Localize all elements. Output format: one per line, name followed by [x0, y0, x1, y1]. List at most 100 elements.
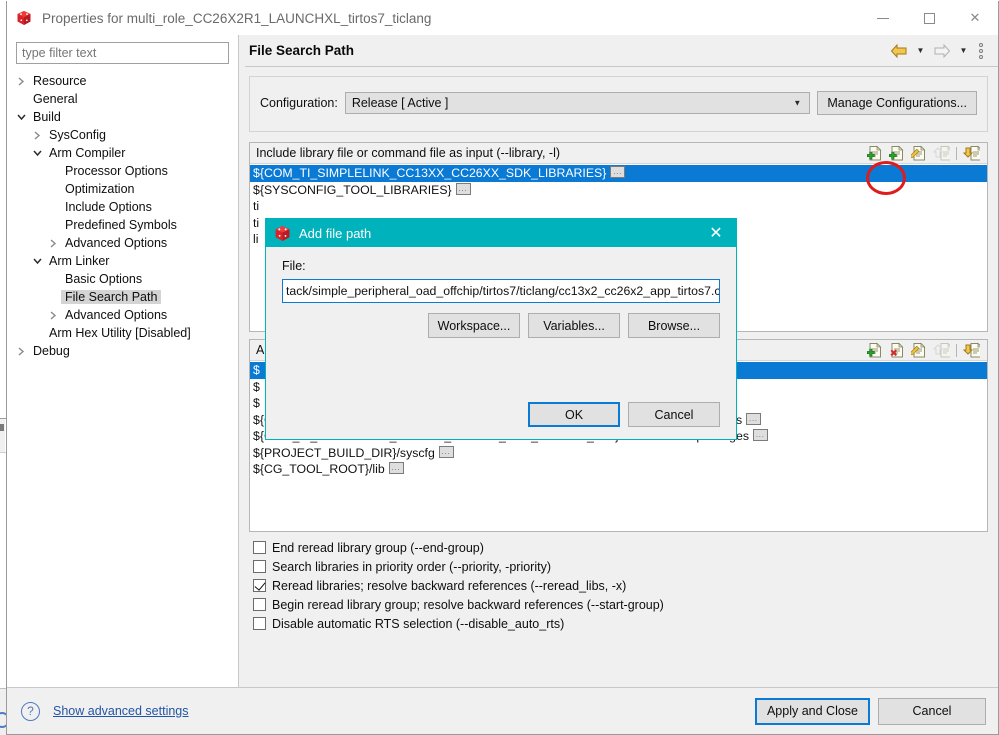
- close-window-icon[interactable]: ✕: [952, 1, 998, 35]
- variable-expand-icon[interactable]: ...: [456, 183, 471, 195]
- sidebar-item-file-search-path[interactable]: File Search Path: [7, 288, 238, 306]
- forward-history-dropdown-icon[interactable]: ▼: [957, 42, 970, 60]
- variables-button[interactable]: Variables...: [528, 313, 620, 338]
- library-list-toolbar: [866, 145, 985, 162]
- variable-expand-icon[interactable]: ...: [439, 446, 454, 458]
- close-icon[interactable]: ✕: [696, 219, 736, 247]
- checkbox[interactable]: [253, 598, 266, 611]
- linker-option-label: Search libraries in priority order (--pr…: [272, 560, 551, 574]
- configuration-select[interactable]: Release [ Active ] ▼: [345, 92, 811, 114]
- apply-and-close-button[interactable]: Apply and Close: [755, 698, 870, 725]
- sidebar-item-arm-compiler[interactable]: Arm Compiler: [7, 144, 238, 162]
- edit-path-icon[interactable]: [910, 342, 929, 359]
- library-list-header-label: Include library file or command file as …: [256, 146, 560, 160]
- filter-input[interactable]: type filter text: [16, 42, 229, 64]
- sidebar-item-optimization[interactable]: Optimization: [7, 180, 238, 198]
- sidebar-item-resource[interactable]: Resource: [7, 72, 238, 90]
- chevron-right-icon[interactable]: [13, 347, 29, 356]
- linker-option-row[interactable]: Reread libraries; resolve backward refer…: [253, 576, 988, 595]
- move-down-icon[interactable]: [962, 145, 981, 162]
- linker-option-label: End reread library group (--end-group): [272, 541, 484, 555]
- sidebar-item-label: Optimization: [61, 182, 138, 196]
- maximize-button[interactable]: [906, 1, 952, 35]
- library-list-header: Include library file or command file as …: [250, 143, 987, 164]
- sidebar-item-build[interactable]: Build: [7, 108, 238, 126]
- sidebar-item-processor-options[interactable]: Processor Options: [7, 162, 238, 180]
- show-advanced-settings-link[interactable]: Show advanced settings: [53, 704, 189, 718]
- chevron-down-icon[interactable]: [29, 257, 45, 265]
- sidebar-item-label: Arm Hex Utility [Disabled]: [45, 326, 195, 340]
- list-item[interactable]: ${SYSCONFIG_TOOL_LIBRARIES}...: [250, 182, 987, 199]
- sidebar-item-include-options[interactable]: Include Options: [7, 198, 238, 216]
- configuration-label: Configuration:: [260, 96, 338, 110]
- add-file-icon[interactable]: [888, 145, 907, 162]
- variable-expand-icon[interactable]: ...: [389, 462, 404, 474]
- checkbox[interactable]: [253, 579, 266, 592]
- sidebar-item-advanced-options[interactable]: Advanced Options: [7, 234, 238, 252]
- linker-option-row[interactable]: Disable automatic RTS selection (--disab…: [253, 614, 988, 633]
- dialog-title: Add file path: [299, 226, 371, 241]
- delete-path-icon[interactable]: [888, 342, 907, 359]
- browse-button[interactable]: Browse...: [628, 313, 720, 338]
- variable-expand-icon[interactable]: ...: [753, 429, 768, 441]
- sidebar-item-label: Arm Compiler: [45, 146, 129, 160]
- sidebar-item-sysconfig[interactable]: SysConfig: [7, 126, 238, 144]
- checkbox[interactable]: [253, 617, 266, 630]
- backdrop-glyph: [0, 424, 4, 431]
- chevron-right-icon[interactable]: [13, 77, 29, 86]
- sidebar-item-basic-options[interactable]: Basic Options: [7, 270, 238, 288]
- back-history-dropdown-icon[interactable]: ▼: [914, 42, 927, 60]
- move-down-icon[interactable]: [962, 342, 981, 359]
- ok-button[interactable]: OK: [528, 402, 620, 427]
- help-icon[interactable]: ?: [21, 702, 40, 721]
- add-library-icon[interactable]: [866, 145, 885, 162]
- list-item-label: ${SYSCONFIG_TOOL_LIBRARIES}: [253, 183, 452, 197]
- list-item[interactable]: ${COM_TI_SIMPLELINK_CC13XX_CC26XX_SDK_LI…: [250, 165, 987, 182]
- list-item[interactable]: ti: [250, 198, 987, 215]
- chevron-right-icon[interactable]: [45, 311, 61, 320]
- chevron-down-icon[interactable]: [29, 149, 45, 157]
- variable-expand-icon[interactable]: ...: [610, 166, 625, 178]
- back-arrow-icon[interactable]: [888, 42, 910, 60]
- window-title: Properties for multi_role_CC26X2R1_LAUNC…: [42, 11, 431, 26]
- chevron-down-icon[interactable]: [13, 113, 29, 121]
- chevron-right-icon[interactable]: [29, 131, 45, 140]
- sidebar-item-advanced-options[interactable]: Advanced Options: [7, 306, 238, 324]
- checkbox[interactable]: [253, 560, 266, 573]
- add-path-icon[interactable]: [866, 342, 885, 359]
- checkbox[interactable]: [253, 541, 266, 554]
- sidebar-item-label: Advanced Options: [61, 308, 171, 322]
- chevron-right-icon[interactable]: [45, 239, 61, 248]
- minimize-button[interactable]: [860, 1, 906, 35]
- search-path-list-header-label: A: [256, 343, 264, 357]
- sidebar-item-label: Advanced Options: [61, 236, 171, 250]
- page-header: File Search Path ▼ ▼: [239, 35, 998, 66]
- view-menu-icon[interactable]: [974, 41, 988, 61]
- sidebar-item-debug[interactable]: Debug: [7, 342, 238, 360]
- list-item[interactable]: ${PROJECT_BUILD_DIR}/syscfg...: [250, 445, 987, 462]
- workspace-button[interactable]: Workspace...: [428, 313, 520, 338]
- variable-expand-icon[interactable]: ...: [746, 413, 761, 425]
- move-up-icon: [932, 145, 951, 162]
- sidebar-item-arm-hex-utility-disabled[interactable]: Arm Hex Utility [Disabled]: [7, 324, 238, 342]
- list-item[interactable]: ${CG_TOOL_ROOT}/lib...: [250, 461, 987, 478]
- sidebar-item-predefined-symbols[interactable]: Predefined Symbols: [7, 216, 238, 234]
- dialog-titlebar: Add file path ✕: [266, 219, 736, 247]
- sidebar-item-general[interactable]: General: [7, 90, 238, 108]
- cancel-button[interactable]: Cancel: [878, 698, 986, 725]
- manage-configurations-button[interactable]: Manage Configurations...: [817, 91, 977, 115]
- dialog-cancel-button[interactable]: Cancel: [628, 402, 720, 427]
- linker-option-row[interactable]: Search libraries in priority order (--pr…: [253, 557, 988, 576]
- dialog-action-buttons: OK Cancel: [282, 402, 720, 427]
- settings-sidebar: type filter text ResourceGeneralBuildSys…: [7, 35, 239, 687]
- window-titlebar: Properties for multi_role_CC26X2R1_LAUNC…: [7, 1, 998, 35]
- linker-option-row[interactable]: End reread library group (--end-group): [253, 538, 988, 557]
- sidebar-item-arm-linker[interactable]: Arm Linker: [7, 252, 238, 270]
- file-path-value: tack/simple_peripheral_oad_offchip/tirto…: [286, 284, 720, 298]
- page-nav-tools: ▼ ▼: [888, 41, 998, 61]
- file-path-input[interactable]: tack/simple_peripheral_oad_offchip/tirto…: [282, 279, 720, 303]
- sidebar-item-label: Arm Linker: [45, 254, 113, 268]
- edit-library-icon[interactable]: [910, 145, 929, 162]
- linker-option-row[interactable]: Begin reread library group; resolve back…: [253, 595, 988, 614]
- forward-arrow-icon[interactable]: [931, 42, 953, 60]
